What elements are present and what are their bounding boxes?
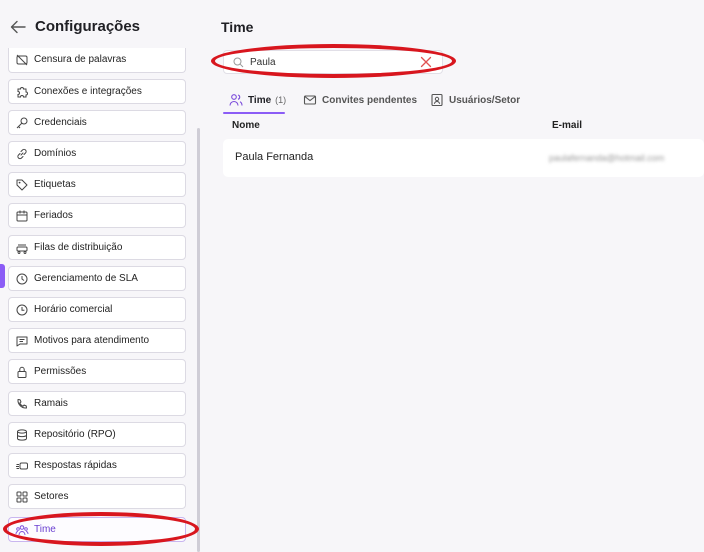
- sidebar-scrollbar[interactable]: [197, 128, 200, 552]
- sidebar-item-label: Domínios: [34, 148, 77, 159]
- sidebar-item-etiquetas[interactable]: Etiquetas: [8, 172, 186, 197]
- column-header-email: E-mail: [552, 120, 583, 131]
- phone-icon: [17, 399, 27, 409]
- active-indicator: [0, 264, 5, 288]
- clock-icon: [16, 304, 28, 316]
- sidebar-item-respostas[interactable]: Respostas rápidas: [8, 453, 186, 478]
- puzzle-icon: [17, 87, 28, 98]
- sidebar-item-label: Respostas rápidas: [34, 460, 117, 471]
- search-icon: [233, 57, 244, 68]
- tab-usuarios-setor[interactable]: Usuários/Setor: [430, 88, 520, 112]
- settings-sidebar: Configurações Censura de palavras Conexõ…: [0, 0, 202, 552]
- main-panel: Time Paula Time (1) Convites pendentes U…: [202, 0, 704, 552]
- sidebar-item-label: Permissões: [34, 366, 87, 377]
- grid-icon: [16, 491, 28, 503]
- sidebar-item-label: Censura de palavras: [34, 54, 127, 65]
- tab-time[interactable]: Time (1): [229, 88, 286, 112]
- member-name: Paula Fernanda: [235, 151, 314, 163]
- lock-icon: [17, 366, 27, 378]
- no-text-icon: [16, 54, 28, 66]
- sla-clock-icon: [16, 273, 28, 285]
- sidebar-item-label: Gerenciamento de SLA: [34, 273, 138, 284]
- quick-reply-icon: [16, 462, 28, 470]
- search-input[interactable]: Paula: [223, 50, 443, 74]
- sidebar-item-motivos[interactable]: Motivos para atendimento: [8, 328, 186, 353]
- calendar-icon: [16, 210, 28, 222]
- sidebar-item-permissoes[interactable]: Permissões: [8, 359, 186, 384]
- sidebar-item-feriados[interactable]: Feriados: [8, 203, 186, 228]
- sidebar-item-horario[interactable]: Horário comercial: [8, 297, 186, 322]
- sidebar-item-conexoes[interactable]: Conexões e integrações: [8, 79, 186, 104]
- sidebar-item-time[interactable]: Time: [8, 517, 186, 542]
- sidebar-item-credenciais[interactable]: Credenciais: [8, 110, 186, 135]
- key-icon: [16, 117, 28, 129]
- sidebar-item-sla[interactable]: Gerenciamento de SLA: [8, 266, 186, 291]
- tab-label: Usuários/Setor: [449, 94, 521, 106]
- column-header-name: Nome: [232, 120, 260, 131]
- table-header: Nome E-mail: [223, 115, 704, 135]
- users-icon: [229, 94, 243, 106]
- sidebar-item-ramais[interactable]: Ramais: [8, 391, 186, 416]
- sidebar-item-label: Time: [34, 524, 56, 535]
- table-row[interactable]: Paula Fernanda paulafernanda@hotmail.com: [223, 139, 704, 177]
- tab-convites-pendentes[interactable]: Convites pendentes: [303, 88, 417, 112]
- team-icon: [15, 525, 29, 536]
- sidebar-item-setores[interactable]: Setores: [8, 484, 186, 509]
- search-value: Paula: [250, 57, 276, 68]
- sidebar-item-label: Etiquetas: [34, 179, 76, 190]
- sidebar-item-label: Repositório (RPO): [34, 429, 116, 440]
- sidebar-item-filas[interactable]: Filas de distribuição: [8, 235, 186, 260]
- sidebar-item-label: Horário comercial: [34, 304, 113, 315]
- sidebar-item-label: Filas de distribuição: [34, 242, 123, 253]
- database-icon: [17, 429, 27, 441]
- tab-count: (1): [275, 95, 287, 105]
- sidebar-item-label: Setores: [34, 491, 69, 502]
- page-title: Time: [221, 19, 254, 35]
- queue-icon: [16, 244, 28, 254]
- sidebar-item-label: Conexões e integrações: [34, 86, 142, 97]
- sidebar-item-label: Ramais: [34, 398, 68, 409]
- message-icon: [16, 336, 28, 347]
- sidebar-item-censura[interactable]: Censura de palavras: [8, 48, 186, 73]
- tab-label: Time: [248, 94, 272, 106]
- tag-icon: [16, 179, 28, 191]
- mail-icon: [303, 95, 317, 105]
- sidebar-item-label: Feriados: [34, 210, 73, 221]
- sidebar-item-label: Credenciais: [34, 117, 87, 128]
- sidebar-header: Configurações: [0, 0, 202, 48]
- member-email: paulafernanda@hotmail.com: [549, 153, 665, 163]
- tab-bar: Time (1) Convites pendentes Usuários/Set…: [223, 88, 704, 114]
- active-tab-underline: [223, 112, 285, 114]
- sidebar-item-label: Motivos para atendimento: [34, 335, 150, 346]
- tab-label: Convites pendentes: [322, 94, 418, 106]
- sidebar-item-dominios[interactable]: Domínios: [8, 141, 186, 166]
- contact-card-icon: [431, 93, 443, 107]
- app-window: Configurações Censura de palavras Conexõ…: [0, 0, 704, 552]
- sidebar-item-repositorio[interactable]: Repositório (RPO): [8, 422, 186, 447]
- link-icon: [17, 148, 27, 160]
- arrow-left-icon[interactable]: [10, 20, 26, 34]
- close-icon[interactable]: [420, 56, 432, 68]
- sidebar-title: Configurações: [35, 18, 141, 35]
